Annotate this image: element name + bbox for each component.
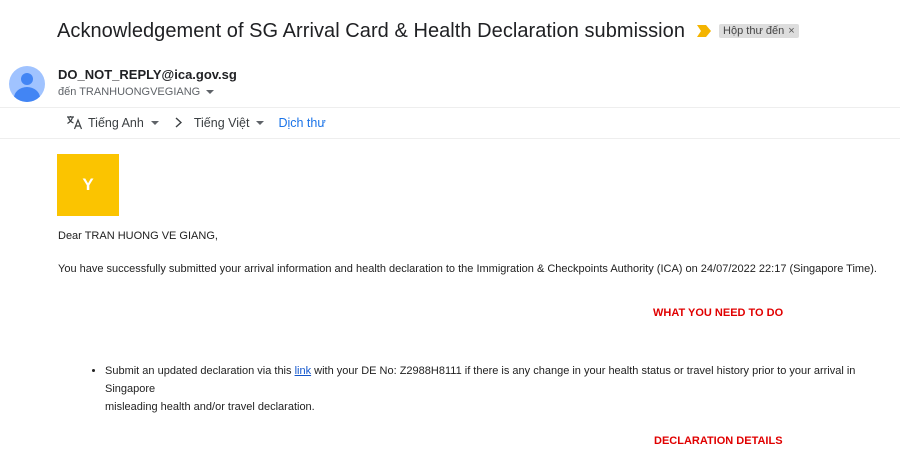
translate-icon (67, 116, 83, 130)
source-language-caret-icon (150, 120, 159, 125)
greeting-text: Dear TRAN HUONG VE GIANG, (58, 230, 218, 242)
sender-avatar[interactable] (9, 66, 45, 102)
source-language-label: Tiếng Anh (88, 115, 144, 130)
update-declaration-link[interactable]: link (295, 365, 312, 377)
target-language-dropdown[interactable]: Tiếng Việt (194, 116, 265, 130)
sg-arrival-logo: Y (57, 154, 119, 216)
bullet-text-prefix: Submit an updated declaration via this (105, 365, 295, 377)
list-item: Submit an updated declaration via this l… (105, 362, 900, 416)
confirmation-text: You have successfully submitted your arr… (58, 263, 877, 275)
recipient-row[interactable]: đến TRANHUONGVEGIANG (58, 86, 215, 98)
email-subject: Acknowledgement of SG Arrival Card & Hea… (57, 19, 686, 42)
recipient-text: đến TRANHUONGVEGIANG (58, 86, 201, 98)
heading-declaration-details: DECLARATION DETAILS (654, 435, 783, 447)
chevron-right-icon (175, 117, 182, 128)
subject-row: Acknowledgement of SG Arrival Card & Hea… (57, 17, 799, 45)
bullet-text-line2: misleading health and/or travel declarat… (105, 401, 315, 413)
heading-what-you-need-to-do: WHAT YOU NEED TO DO (653, 307, 784, 319)
avatar-body (14, 87, 40, 102)
translate-message-link[interactable]: Dịch thư (278, 116, 325, 130)
recipient-details-caret-icon[interactable] (206, 90, 215, 94)
inbox-label-text: Hộp thư đến (723, 25, 785, 37)
importance-marker-icon[interactable] (697, 25, 712, 37)
instruction-list: Submit an updated declaration via this l… (92, 362, 900, 416)
target-language-label: Tiếng Việt (193, 115, 250, 130)
remove-label-icon[interactable]: × (788, 25, 794, 37)
inbox-label-chip[interactable]: Hộp thư đến × (719, 24, 799, 38)
sender-address[interactable]: DO_NOT_REPLY@ica.gov.sg (58, 67, 237, 82)
target-language-caret-icon (256, 120, 265, 125)
translate-bar: Tiếng Anh Tiếng Việt Dịch thư (0, 107, 900, 139)
avatar-head (21, 73, 33, 85)
source-language-dropdown[interactable]: Tiếng Anh (66, 115, 159, 130)
